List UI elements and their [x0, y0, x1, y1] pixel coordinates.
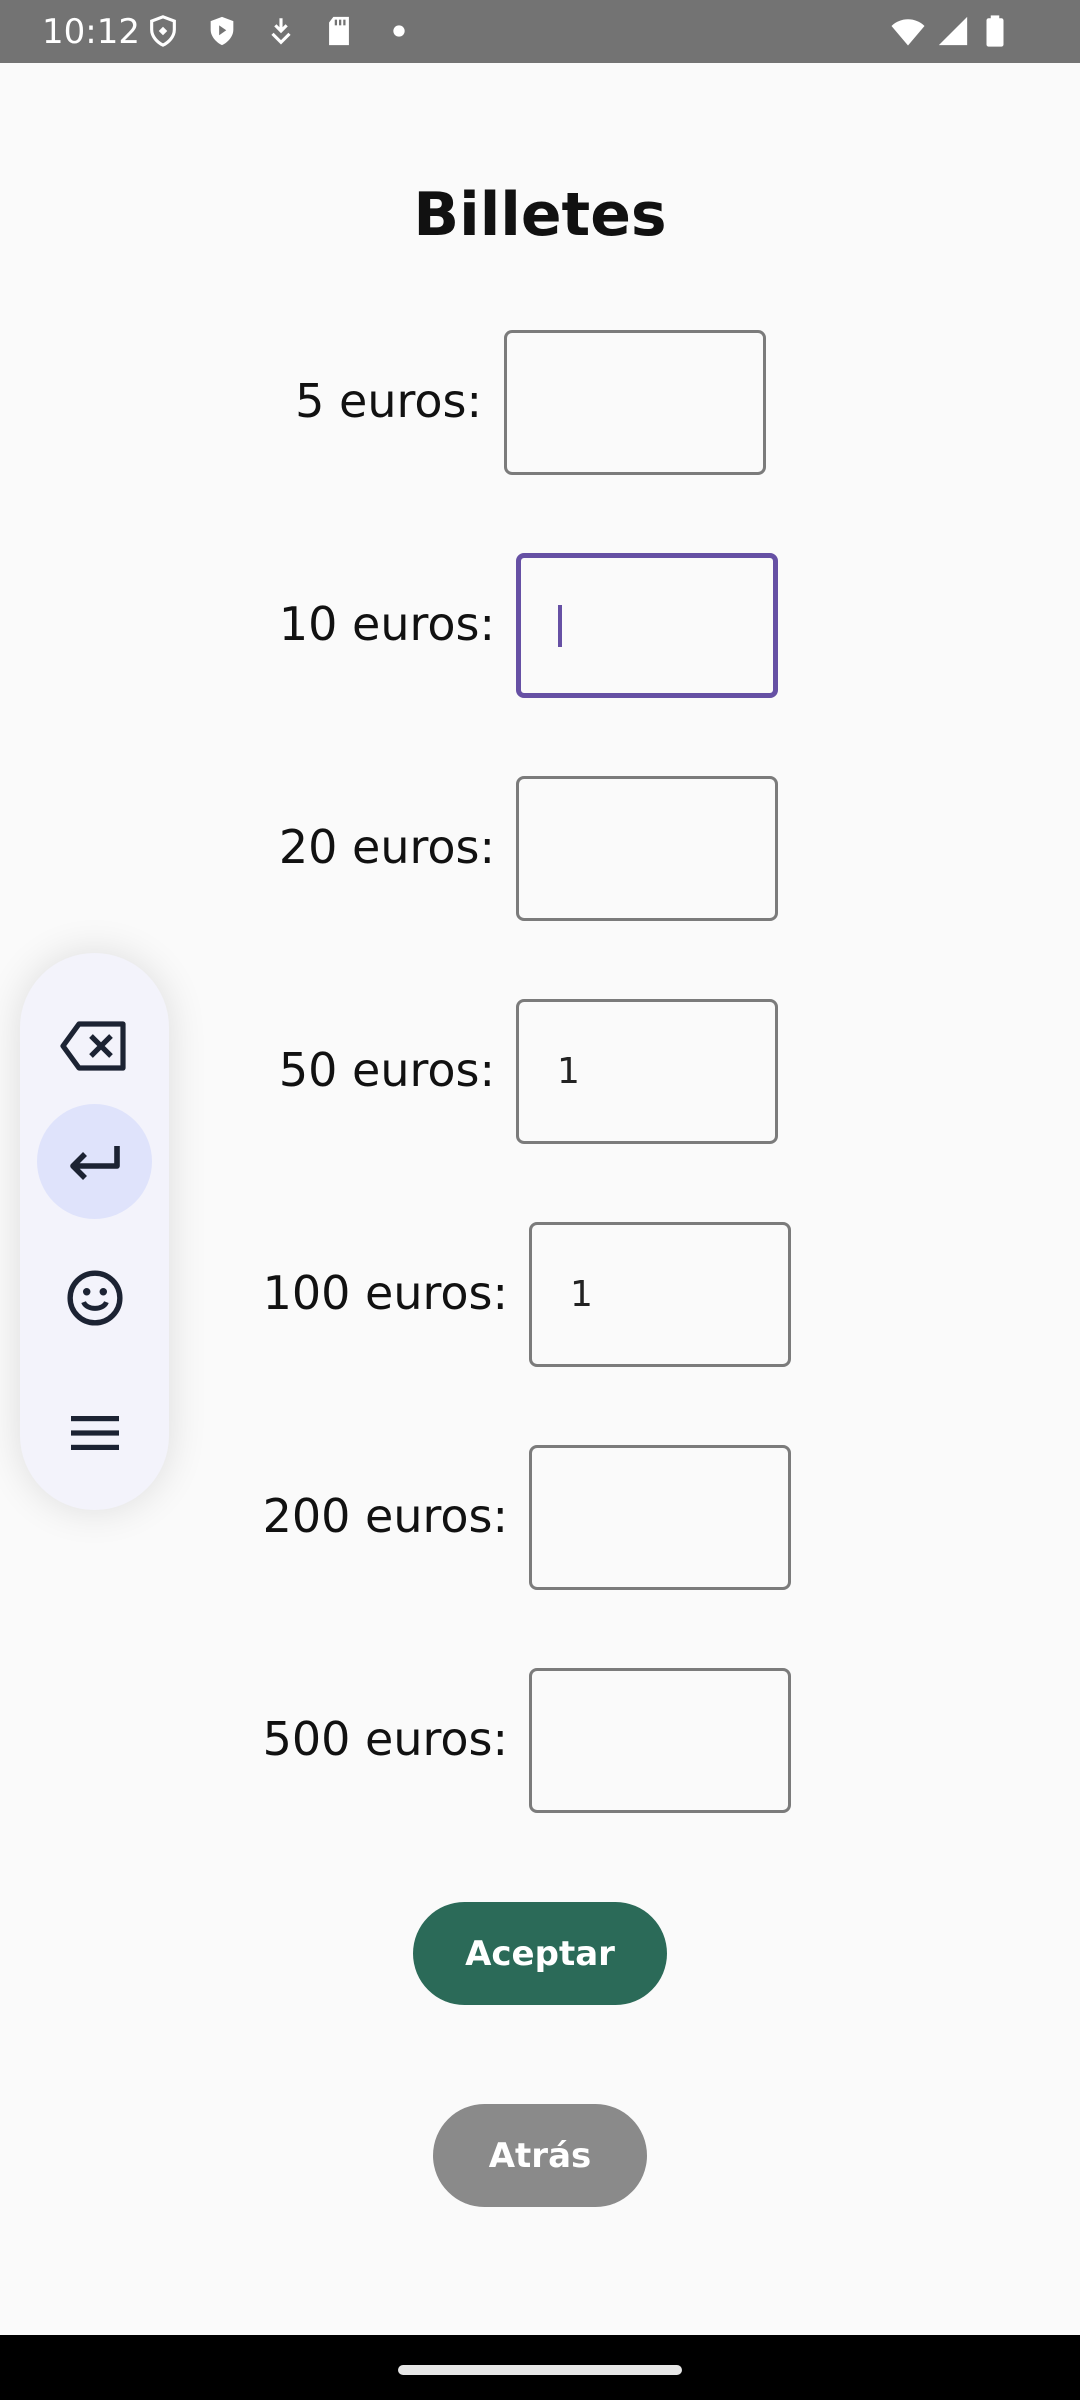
page-title: Billetes — [413, 180, 667, 250]
battery-icon — [986, 15, 1004, 47]
backspace-button[interactable] — [37, 988, 152, 1103]
bill-input-20[interactable] — [516, 776, 778, 921]
bill-label-5: 5 euros: — [295, 374, 482, 428]
bill-input-100[interactable] — [529, 1222, 791, 1367]
bill-label-500: 500 euros: — [262, 1712, 508, 1766]
emoji-button[interactable] — [37, 1240, 152, 1355]
signal-icon — [938, 16, 968, 46]
bill-input-50[interactable] — [516, 999, 778, 1144]
sd-card-icon — [329, 16, 349, 46]
backspace-icon — [59, 1020, 126, 1071]
bill-label-20: 20 euros: — [278, 820, 495, 874]
bill-row-5: 5 euros: — [0, 330, 482, 475]
wifi-icon — [891, 19, 925, 46]
bill-input-5[interactable] — [504, 330, 766, 475]
bill-label-10: 10 euros: — [278, 597, 495, 651]
text-caret — [558, 605, 562, 647]
status-bar: 10:12 — [0, 0, 1080, 63]
enter-icon — [69, 1145, 120, 1180]
bill-input-500[interactable] — [529, 1668, 791, 1813]
emoji-icon — [66, 1269, 123, 1326]
bill-row-10: 10 euros: — [0, 553, 495, 698]
bill-input-10[interactable] — [516, 553, 778, 698]
bill-row-500: 500 euros: — [0, 1668, 508, 1813]
dot-icon — [393, 25, 405, 37]
play-shield-icon — [210, 16, 234, 46]
bill-label-100: 100 euros: — [262, 1266, 508, 1320]
menu-icon — [70, 1415, 119, 1450]
download-icon — [271, 18, 291, 45]
accept-button[interactable]: Aceptar — [413, 1902, 667, 2005]
bill-input-200[interactable] — [529, 1445, 791, 1590]
home-gesture-handle[interactable] — [398, 2365, 682, 2375]
back-button[interactable]: Atrás — [433, 2104, 647, 2207]
bill-input-10-wrapper — [516, 553, 778, 698]
floating-keyboard-toolbar — [20, 953, 169, 1510]
enter-button[interactable] — [37, 1104, 152, 1219]
navigation-bar — [0, 2335, 1080, 2400]
menu-button[interactable] — [37, 1375, 152, 1490]
bill-label-200: 200 euros: — [262, 1489, 508, 1543]
bill-label-50: 50 euros: — [278, 1043, 495, 1097]
shield-outline-icon — [150, 15, 176, 47]
status-time: 10:12 — [42, 12, 140, 52]
bill-row-20: 20 euros: — [0, 776, 495, 921]
